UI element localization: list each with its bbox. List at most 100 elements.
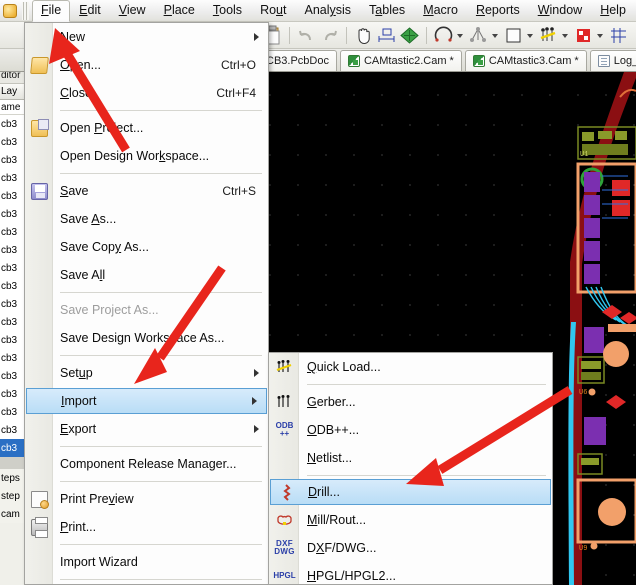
import-submenu-items[interactable]: Quick Load... Gerber...ODB++ODB++...Netli… — [269, 353, 552, 585]
file-menu-item-save-as[interactable]: Save As... — [25, 205, 268, 233]
layers-row[interactable]: cb3 — [0, 421, 25, 439]
menu-item-place[interactable]: Place — [155, 0, 204, 21]
layers-row[interactable]: cb3 — [0, 241, 25, 259]
menu-item-rout[interactable]: Rout — [251, 0, 295, 21]
menu-item-tables[interactable]: Tables — [360, 0, 414, 21]
document-tab[interactable]: CAMtastic2.Cam * — [340, 50, 462, 71]
layers-row[interactable]: cb3 — [0, 403, 25, 421]
undo-icon[interactable] — [296, 25, 317, 46]
file-menu-item-close[interactable]: CloseCtrl+F4 — [25, 79, 268, 107]
pad-icon[interactable] — [503, 25, 524, 46]
import-menu-item-hpgl-hpgl2[interactable]: HPGLHPGL/HPGL2... — [269, 562, 552, 585]
document-tab[interactable]: CB3.PcbDoc — [258, 50, 337, 71]
import-menu-item-netlist[interactable]: Netlist... — [269, 444, 552, 472]
file-menu-items[interactable]: NewOpen...Ctrl+OCloseCtrl+F4 Open Project… — [25, 23, 268, 585]
import-menu-item-gerber[interactable]: Gerber... — [269, 388, 552, 416]
menu-bar[interactable]: FileEditViewPlaceToolsRoutAnalysisTables… — [0, 0, 636, 22]
layers-row[interactable]: cb3 — [0, 367, 25, 385]
file-menu-item-save[interactable]: SaveCtrl+S — [25, 177, 268, 205]
file-menu-item-print-preview[interactable]: Print Preview — [25, 485, 268, 513]
pan-hand-icon[interactable] — [353, 25, 374, 46]
document-tab[interactable]: Log_201 — [590, 50, 636, 71]
layers-footer-row[interactable]: teps — [0, 469, 25, 487]
layers-row[interactable]: cb3 — [0, 313, 25, 331]
submenu-arrow-icon — [252, 397, 257, 405]
layers-row[interactable]: cb3 — [0, 115, 25, 133]
chevron-down-icon[interactable] — [457, 34, 463, 38]
layers-column-header-layer[interactable]: Lay — [0, 84, 25, 100]
layers-row[interactable]: cb3 — [0, 385, 25, 403]
arc-icon[interactable] — [433, 25, 454, 46]
import-menu-item-drill[interactable]: Drill... — [270, 479, 551, 505]
redo-icon[interactable] — [319, 25, 340, 46]
chevron-down-icon[interactable] — [492, 34, 498, 38]
menu-item-edit[interactable]: Edit — [70, 0, 110, 21]
file-menu-item-label: Component Release Manager... — [60, 457, 237, 471]
menu-drag-grip[interactable] — [22, 2, 29, 20]
document-tab[interactable]: CAMtastic3.Cam * — [465, 50, 587, 71]
chevron-down-icon[interactable] — [597, 34, 603, 38]
netlist-icon[interactable] — [468, 25, 489, 46]
menu-item-analysis[interactable]: Analysis — [295, 0, 360, 21]
submenu-arrow-icon — [254, 369, 259, 377]
file-menu-item-import[interactable]: Import — [26, 388, 267, 414]
file-menu-item-import-wizard[interactable]: Import Wizard — [25, 548, 268, 576]
layers-column-header-name[interactable]: ame — [0, 100, 25, 115]
cam-doc-icon — [348, 55, 360, 67]
grid-icon[interactable] — [608, 25, 629, 46]
layers-row[interactable]: cb3 — [0, 277, 25, 295]
measure-icon[interactable] — [376, 25, 397, 46]
import-menu-item-label: Drill... — [308, 485, 340, 499]
layers-row[interactable]: cb3 — [0, 259, 25, 277]
file-menu-item-open-design-workspace[interactable]: Open Design Workspace... — [25, 142, 268, 170]
menu-item-file[interactable]: File — [32, 0, 70, 22]
menu-item-help[interactable]: Help — [591, 0, 635, 21]
quickload-icon[interactable] — [538, 25, 559, 46]
file-menu-item-setup[interactable]: Setup — [25, 359, 268, 387]
layers-footer-row[interactable]: step — [0, 487, 25, 505]
file-menu-dropdown[interactable]: NewOpen...Ctrl+OCloseCtrl+F4 Open Project… — [24, 22, 269, 585]
file-menu-item-save-all[interactable]: Save All — [25, 261, 268, 289]
file-menu-item-label: Save All — [60, 268, 105, 282]
import-menu-item-mill-rout[interactable]: Mill/Rout... — [269, 506, 552, 534]
layers-row[interactable]: cb3 — [0, 223, 25, 241]
layers-row[interactable]: cb3 — [0, 439, 25, 457]
file-menu-item-export[interactable]: Export — [25, 415, 268, 443]
chevron-down-icon[interactable] — [562, 34, 568, 38]
file-menu-item-new[interactable]: New — [25, 23, 268, 51]
import-menu-item-quick-load[interactable]: Quick Load... — [269, 353, 552, 381]
layers-footer-row[interactable]: cam — [0, 505, 25, 523]
file-menu-item-component-release-manager[interactable]: Component Release Manager... — [25, 450, 268, 478]
layers-row[interactable]: cb3 — [0, 205, 25, 223]
layers-row[interactable]: cb3 — [0, 349, 25, 367]
drill-table-icon[interactable] — [573, 25, 594, 46]
layers-row[interactable]: cb3 — [0, 187, 25, 205]
menu-item-reports[interactable]: Reports — [467, 0, 529, 21]
file-menu-item-save-design-workspace-as[interactable]: Save Design Workspace As... — [25, 324, 268, 352]
import-menu-item-dxf-dwg[interactable]: DXFDWGDXF/DWG... — [269, 534, 552, 562]
layers-icon[interactable] — [399, 25, 420, 46]
dxf-dwg-icon: DXFDWG — [275, 539, 294, 558]
document-tabs[interactable]: CB3.PcbDocCAMtastic2.Cam *CAMtastic3.Cam… — [258, 50, 636, 71]
layers-row[interactable]: cb3 — [0, 331, 25, 349]
menu-item-tools[interactable]: Tools — [204, 0, 251, 21]
layers-row[interactable]: cb3 — [0, 133, 25, 151]
file-menu-item-label: Import Wizard — [60, 555, 138, 569]
chevron-down-icon[interactable] — [527, 34, 533, 38]
menu-item-macro[interactable]: Macro — [414, 0, 467, 21]
menu-item-group[interactable]: FileEditViewPlaceToolsRoutAnalysisTables… — [32, 0, 635, 22]
file-menu-item-open-project[interactable]: Open Project... — [25, 114, 268, 142]
file-menu-item-print[interactable]: Print... — [25, 513, 268, 541]
import-submenu[interactable]: Quick Load... Gerber...ODB++ODB++...Netli… — [268, 352, 553, 585]
layers-row[interactable]: cb3 — [0, 169, 25, 187]
layers-panel[interactable]: ic ditor Lay ame cb3cb3cb3cb3cb3cb3cb3cb… — [0, 22, 26, 585]
file-menu-item-open[interactable]: Open...Ctrl+O — [25, 51, 268, 79]
menu-item-window[interactable]: Window — [529, 0, 591, 21]
layers-row-list[interactable]: cb3cb3cb3cb3cb3cb3cb3cb3cb3cb3cb3cb3cb3c… — [0, 115, 25, 457]
layers-footer-list[interactable]: tepsstepcam — [0, 469, 25, 523]
layers-row[interactable]: cb3 — [0, 151, 25, 169]
import-menu-item-odb++[interactable]: ODB++ODB++... — [269, 416, 552, 444]
file-menu-item-save-copy-as[interactable]: Save Copy As... — [25, 233, 268, 261]
layers-row[interactable]: cb3 — [0, 295, 25, 313]
menu-item-view[interactable]: View — [110, 0, 155, 21]
